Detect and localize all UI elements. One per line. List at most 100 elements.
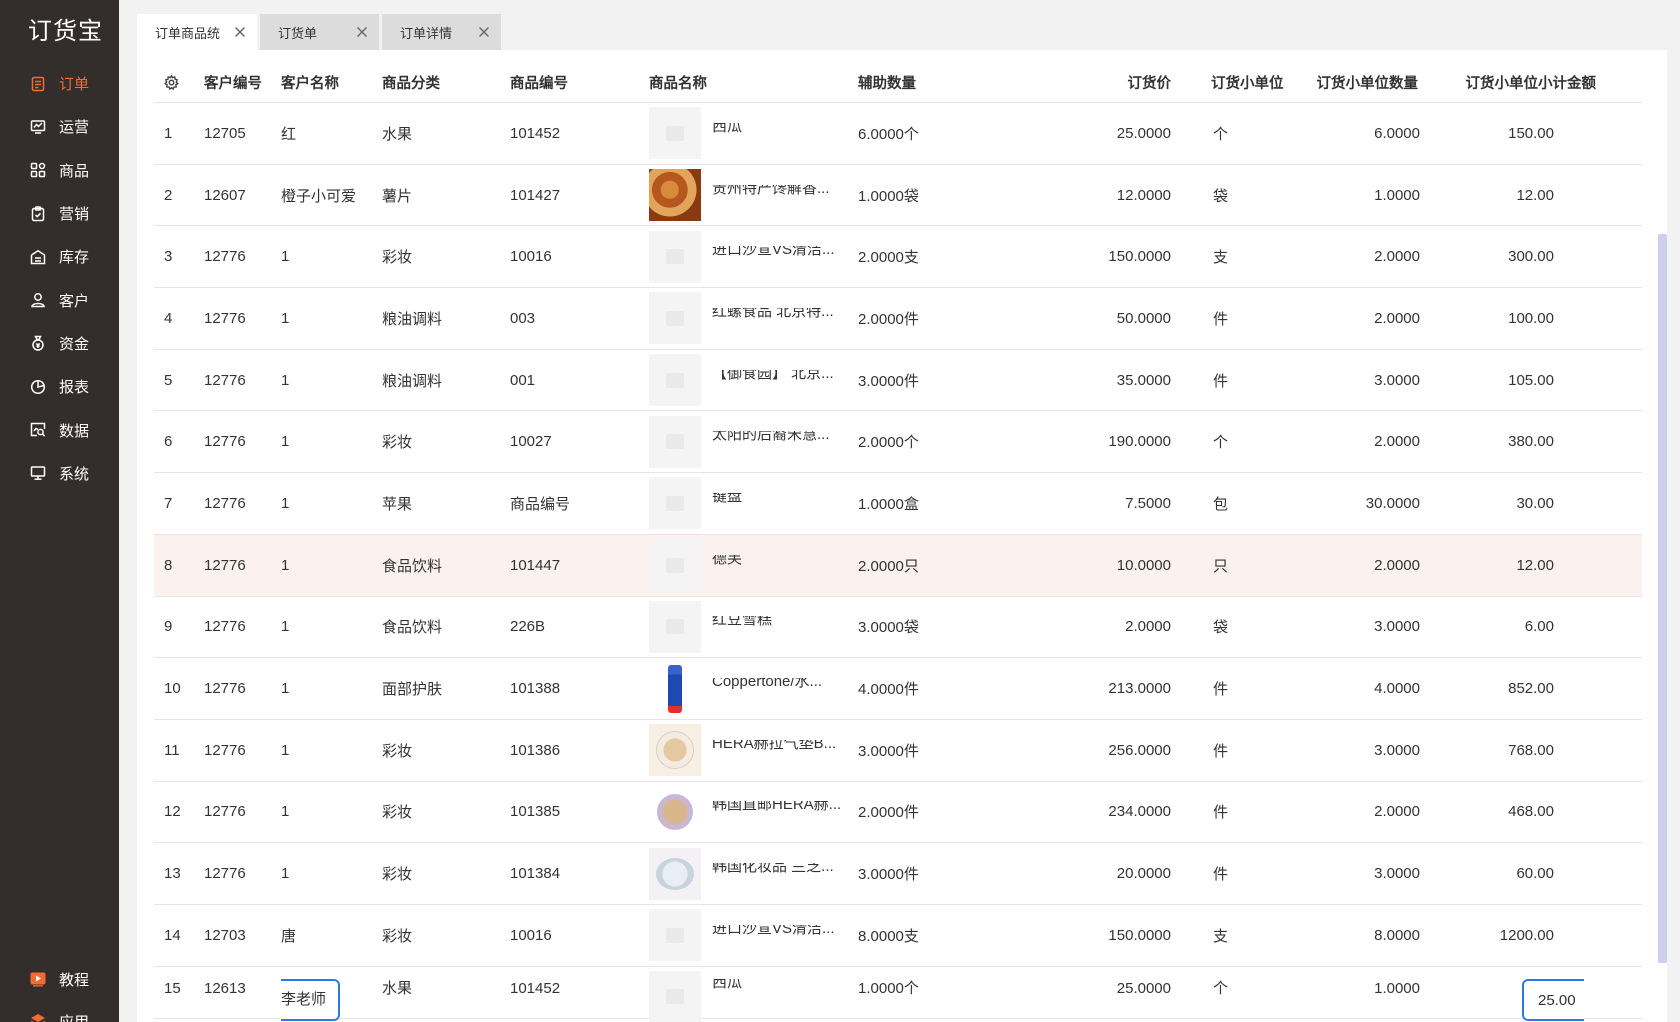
- tab-purchase-order[interactable]: 订货单: [260, 14, 379, 50]
- subtotal-cell: 1200.00: [1499, 926, 1554, 944]
- close-icon[interactable]: [477, 25, 491, 39]
- sidebar-item-money[interactable]: 资金: [0, 322, 119, 365]
- product-name-text[interactable]: 韩国直邮HERA赫...: [712, 801, 841, 813]
- product-name-cell[interactable]: Coppertone/水...: [712, 678, 858, 699]
- sidebar-item-operations[interactable]: 运营: [0, 105, 119, 148]
- subtotal-cell[interactable]: 25.00: [1420, 978, 1584, 1021]
- product-image[interactable]: [649, 847, 701, 900]
- product-name-text[interactable]: 太阳的后裔宋慧...: [712, 431, 830, 443]
- product-code-cell: 10016: [510, 248, 552, 266]
- product-image[interactable]: [649, 230, 701, 283]
- product-name-text[interactable]: 韩国化妆品 兰芝...: [712, 863, 834, 875]
- product-image[interactable]: [649, 539, 701, 592]
- product-name-cell[interactable]: 进口沙宣VS清洁...: [712, 246, 858, 267]
- customer-no-cell: 12776: [204, 556, 246, 574]
- product-image[interactable]: [649, 292, 701, 345]
- product-image[interactable]: [649, 970, 701, 1022]
- money-bag-icon: [30, 335, 46, 352]
- product-image[interactable]: [649, 662, 701, 715]
- customer-name-cell: 1: [281, 309, 290, 327]
- table-row[interactable]: 9 12776 1 食品饮料 226B 红豆雪糕 3.0000袋 2.0000 袋 3.0000 6…: [154, 597, 1642, 659]
- product-name-text[interactable]: 红豆雪糕: [712, 616, 772, 628]
- product-name-text[interactable]: HERA赫拉气垫B...: [712, 740, 836, 752]
- product-image[interactable]: [649, 107, 701, 160]
- tab-order-goods-stats[interactable]: 订单商品统: [137, 14, 257, 50]
- product-name-cell[interactable]: 西瓜: [712, 979, 858, 999]
- table-row[interactable]: 3 12776 1 彩妆 10016 进口沙宣VS清洁... 2.0000支 150.0000…: [154, 226, 1642, 289]
- table-row[interactable]: 1 12705 红 水果 101452 西瓜 6.0000个 25.0000 个 6.0000 15…: [154, 103, 1642, 165]
- sidebar-item-marketing[interactable]: 营销: [0, 192, 119, 235]
- product-image[interactable]: [649, 785, 701, 838]
- table-row[interactable]: 11 12776 1 彩妆 101386 HERA赫拉气垫B... 3.0000件 256.0…: [154, 720, 1642, 782]
- product-name-cell[interactable]: 西瓜: [712, 123, 858, 144]
- product-name-text[interactable]: 红螺食品 北京特...: [712, 308, 834, 320]
- product-name-cell[interactable]: 【御食园】 北京...: [712, 370, 858, 391]
- sidebar-item-system[interactable]: 系统: [0, 452, 119, 495]
- product-name-cell[interactable]: 键盘: [712, 493, 858, 514]
- table-row[interactable]: 7 12776 1 苹果 商品编号 键盘 1.0000盒 7.5000 包 30.0000 30.0…: [154, 473, 1642, 535]
- warehouse-icon: [30, 249, 46, 265]
- subtotal-cell: 6.00: [1524, 618, 1554, 636]
- sidebar-item-warehouse[interactable]: 库存: [0, 235, 119, 278]
- product-image[interactable]: [649, 354, 701, 407]
- table-row[interactable]: 13 12776 1 彩妆 101384 韩国化妆品 兰芝... 3.0000件 20.000…: [154, 843, 1642, 905]
- table-row[interactable]: 5 12776 1 粮油调料 001 【御食园】 北京... 3.0000件 35.0000 件…: [154, 350, 1642, 412]
- product-name-cell[interactable]: 进口沙宣VS清洁...: [712, 925, 858, 946]
- product-name-text[interactable]: 进口沙宣VS清洁...: [712, 925, 835, 937]
- sidebar-item-order[interactable]: 订单: [0, 62, 119, 105]
- unit-cell: 件: [1213, 310, 1229, 328]
- vertical-scrollbar[interactable]: [1658, 234, 1667, 963]
- product-image[interactable]: [649, 169, 701, 222]
- order-goods-table: 客户编号 客户名称 商品分类 商品编号 商品名称 辅助数量 订货价 订货小单位 …: [154, 62, 1642, 1022]
- sidebar-item-report[interactable]: 报表: [0, 365, 119, 408]
- product-name-cell[interactable]: 红豆雪糕: [712, 616, 858, 637]
- product-name-text[interactable]: 德芙: [712, 555, 742, 567]
- product-name-text[interactable]: 西瓜: [712, 979, 742, 991]
- sidebar-item-apps[interactable]: 应用: [0, 1000, 119, 1022]
- customer-no-cell: 12776: [204, 803, 246, 821]
- sidebar-item-goods[interactable]: 商品: [0, 149, 119, 192]
- gear-icon[interactable]: [163, 73, 204, 91]
- sidebar-item-label: 订单: [59, 76, 90, 94]
- product-name-text[interactable]: 【御食园】 北京...: [712, 370, 834, 382]
- table-row[interactable]: 6 12776 1 彩妆 10027 太阳的后裔宋慧... 2.0000个 190.0000 个…: [154, 411, 1642, 474]
- table-row[interactable]: 4 12776 1 粮油调料 003 红螺食品 北京特... 2.0000件 50.0000 件…: [154, 288, 1642, 350]
- sidebar-item-customer[interactable]: 客户: [0, 278, 119, 321]
- sidebar-item-data[interactable]: 数据: [0, 408, 119, 451]
- sidebar-item-tutorial[interactable]: 教程: [0, 958, 119, 1000]
- product-name-text[interactable]: 键盘: [712, 493, 742, 505]
- customer-name-input[interactable]: 李老师: [281, 978, 341, 1021]
- subtotal-input[interactable]: 25.00: [1522, 978, 1584, 1021]
- table-row[interactable]: 15 12613 李老师 水果 101452 西瓜 1.0000个 25.0000 个 1.000…: [154, 967, 1642, 1022]
- product-name-text[interactable]: 西瓜: [712, 123, 742, 135]
- app-logo[interactable]: 订货宝: [28, 11, 103, 46]
- product-name-cell[interactable]: 韩国直邮HERA赫...: [712, 801, 858, 822]
- table-row[interactable]: 10 12776 1 面部护肤 101388 Coppertone/水... 4.0000件…: [154, 658, 1642, 720]
- product-name-cell[interactable]: 德芙: [712, 555, 858, 576]
- sidebar-item-label: 应用: [59, 1013, 90, 1022]
- product-image[interactable]: [649, 477, 701, 530]
- sidebar-item-label: 库存: [59, 249, 90, 267]
- product-name-text[interactable]: 进口沙宣VS清洁...: [712, 246, 835, 258]
- product-name-cell[interactable]: 贵州特产馋解香...: [712, 185, 858, 206]
- table-row[interactable]: 2 12607 橙子小可爱 薯片 101427 贵州特产馋解香... 1.0000袋 12.0…: [154, 165, 1642, 227]
- column-settings[interactable]: [154, 73, 204, 91]
- product-image[interactable]: [649, 909, 701, 962]
- close-icon[interactable]: [355, 25, 369, 39]
- product-name-cell[interactable]: 红螺食品 北京特...: [712, 308, 858, 329]
- product-image-cell: [649, 600, 712, 653]
- product-image[interactable]: [649, 724, 701, 777]
- tab-order-detail[interactable]: 订单详情: [382, 14, 501, 50]
- product-name-text[interactable]: 贵州特产馋解香...: [712, 185, 830, 197]
- close-icon[interactable]: [233, 25, 247, 39]
- product-name-cell[interactable]: 韩国化妆品 兰芝...: [712, 863, 858, 884]
- product-name-text[interactable]: Coppertone/水...: [712, 678, 822, 690]
- table-row[interactable]: 14 12703 唐彩妆 10016 进口沙宣VS清洁... 8.0000支 150.000…: [154, 905, 1642, 967]
- product-image[interactable]: [649, 600, 701, 653]
- customer-name-cell[interactable]: 李老师: [281, 978, 382, 1021]
- product-image[interactable]: [649, 415, 701, 468]
- table-row[interactable]: 12 12776 1 彩妆 101385 韩国直邮HERA赫... 2.0000件 234.0…: [154, 782, 1642, 844]
- product-name-cell[interactable]: HERA赫拉气垫B...: [712, 740, 858, 761]
- table-row[interactable]: 8 12776 1 食品饮料 101447 德芙 2.0000只 10.0000 只 2.0000…: [154, 534, 1642, 597]
- product-name-cell[interactable]: 太阳的后裔宋慧...: [712, 431, 858, 452]
